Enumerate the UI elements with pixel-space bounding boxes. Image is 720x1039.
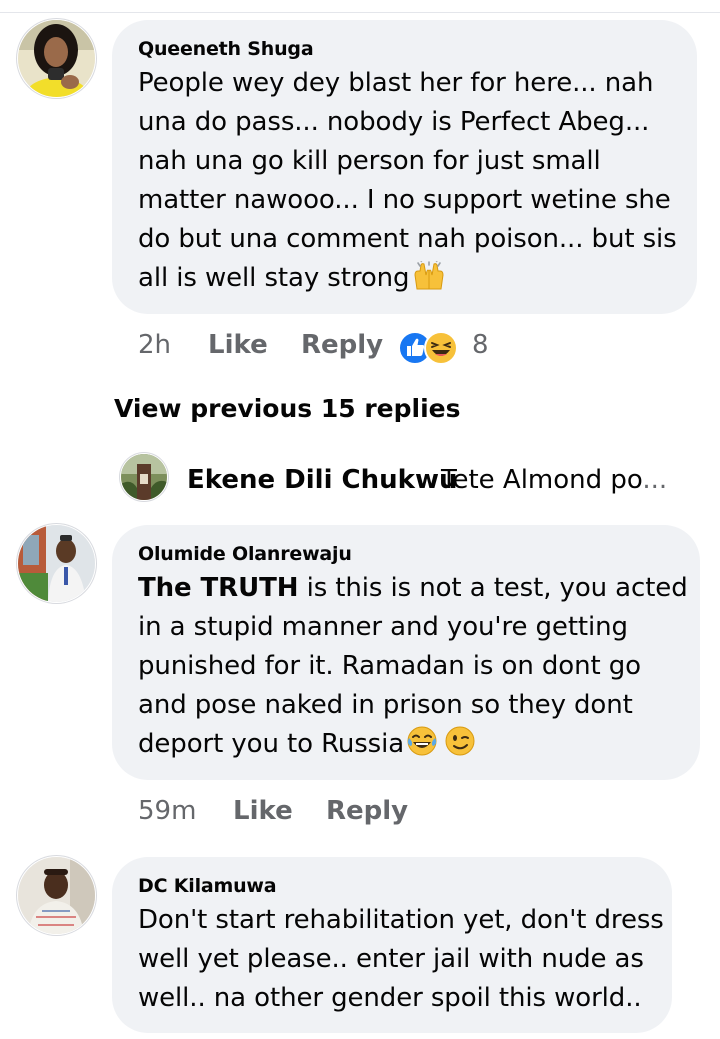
comment-author[interactable]: DC Kilamuwa [138,875,277,897]
reactions-summary[interactable] [398,330,462,365]
comment-timestamp[interactable]: 2h [138,330,171,360]
comment-author[interactable]: Olumide Olanrewaju [138,543,352,565]
comment-line: The TRUTH is this is not a test, you act… [138,569,688,608]
avatar[interactable] [18,857,95,934]
avatar[interactable] [18,20,95,97]
avatar[interactable] [121,454,167,500]
reaction-count[interactable]: 8 [472,330,489,360]
comment-text: Don't start rehabilitation yet, don't dr… [138,901,664,1018]
comment-line: do but una comment nah poison... but sis [138,224,677,254]
comment-line-text: all is well stay strong [138,263,410,293]
comment-line: Don't start rehabilitation yet, don't dr… [138,905,664,935]
divider [0,12,720,13]
comment-timestamp[interactable]: 59m [138,796,196,826]
ellipsis: ... [642,465,668,495]
comment-line: and pose naked in prison so they dont [138,690,633,720]
comment-line: well.. na other gender spoil this world.… [138,983,642,1013]
comment-author[interactable]: Queeneth Shuga [138,38,314,60]
avatar[interactable] [18,525,95,602]
tears-of-joy-emoji-icon [406,725,438,769]
view-previous-replies-link[interactable]: View previous 15 replies [114,394,460,423]
comment-line: well yet please.. enter jail with nude a… [138,944,644,974]
comment-line: nah una go kill person for just small [138,146,601,176]
reply-button[interactable]: Reply [301,330,383,360]
reply-button[interactable]: Reply [326,796,408,826]
comment-bold-text: The TRUTH [138,573,299,603]
laugh-emoji-icon [424,331,458,369]
comment-line: deport you to Russia [138,725,688,769]
wink-emoji-icon [444,725,476,769]
raised-hands-emoji-icon [411,259,447,303]
comment-line-text: deport you to Russia [138,729,405,759]
comment-line: punished for it. Ramadan is on dont go [138,651,641,681]
like-button[interactable]: Like [233,796,293,826]
comment-line: all is well stay strong [138,259,677,303]
comment-line: matter nawooo... I no support wetine she [138,185,671,215]
collapsed-reply-text: Tete Almond po [441,465,643,495]
comment-text: People wey dey blast her for here... nah… [138,64,677,303]
comment-text: The TRUTH is this is not a test, you act… [138,569,688,769]
comment-line: People wey dey blast her for here... nah [138,68,654,98]
comment-line-text: is this is not a test, you acted [298,573,688,603]
comment-line: una do pass... nobody is Perfect Abeg... [138,107,650,137]
collapsed-reply-author[interactable]: Ekene Dili Chukwu [187,465,457,495]
like-button[interactable]: Like [208,330,268,360]
comment-line: in a stupid manner and you're getting [138,612,628,642]
collapsed-reply-preview[interactable]: Tete Almond po... [441,465,667,495]
